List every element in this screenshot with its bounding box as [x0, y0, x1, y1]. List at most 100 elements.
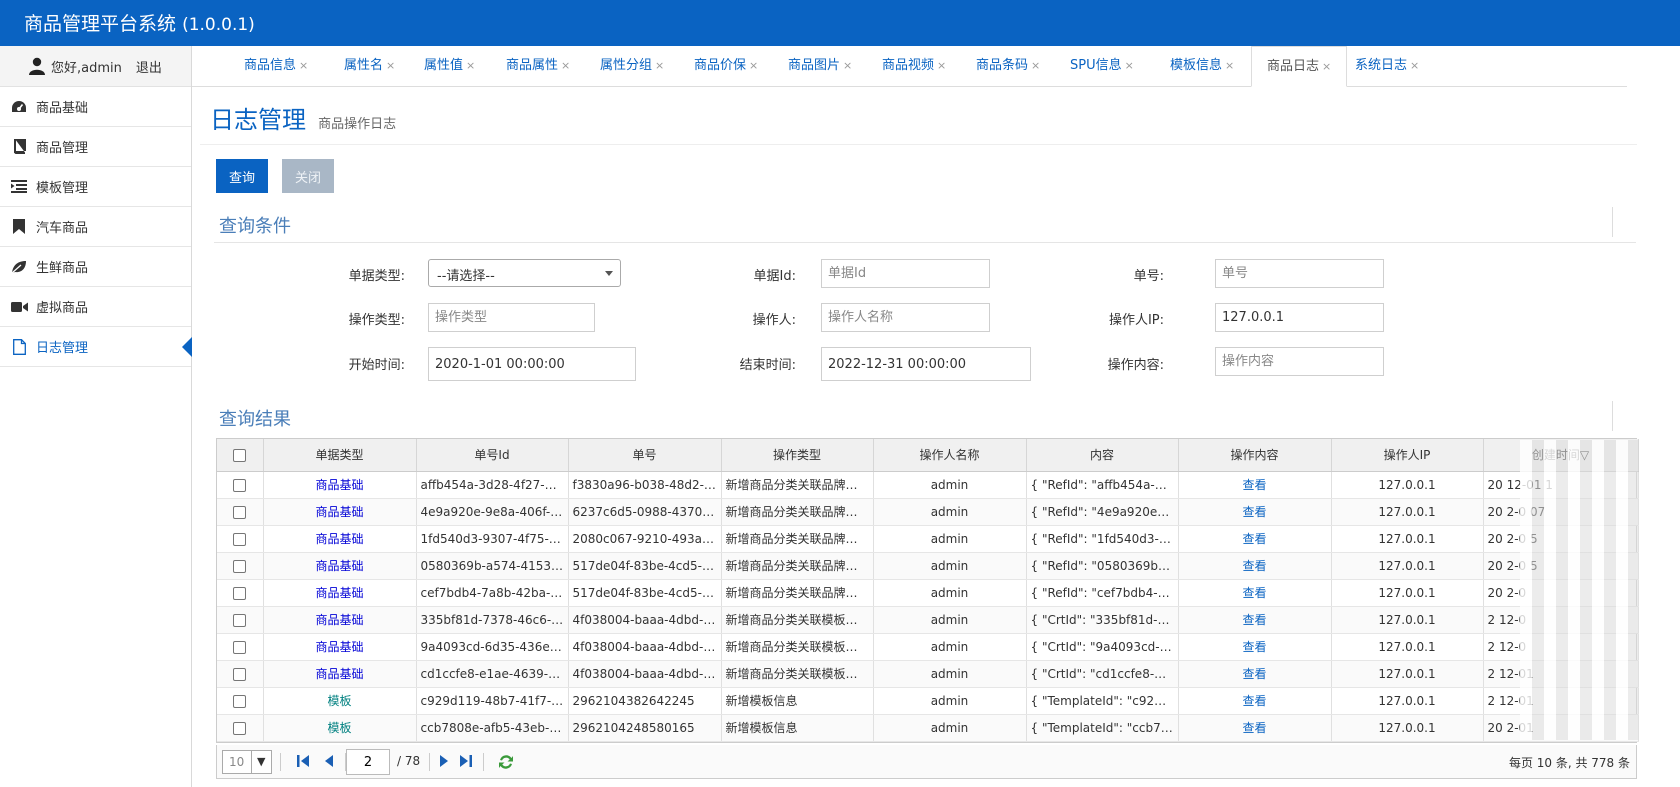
- close-tab-icon[interactable]: ×: [1225, 59, 1234, 72]
- row-checkbox[interactable]: [233, 586, 247, 600]
- row-checkbox[interactable]: [233, 640, 247, 654]
- start-time-input[interactable]: [428, 347, 636, 381]
- row-checkbox[interactable]: [233, 613, 247, 627]
- sidebar-item[interactable]: 商品基础: [0, 87, 191, 127]
- column-header[interactable]: 操作内容: [1178, 439, 1332, 472]
- view-link[interactable]: 查看: [1242, 478, 1266, 492]
- view-link[interactable]: 查看: [1242, 532, 1266, 546]
- tab-item[interactable]: 商品图片 ×: [788, 46, 852, 87]
- doc-type-link[interactable]: 商品基础: [315, 667, 363, 681]
- doc-type-link[interactable]: 商品基础: [315, 478, 363, 492]
- view-link[interactable]: 查看: [1242, 694, 1266, 708]
- table-row[interactable]: 模板 c929d119-48b7-41f7-83... 29621043826422…: [217, 687, 1639, 715]
- close-tab-icon[interactable]: ×: [937, 59, 946, 72]
- table-row[interactable]: 商品基础 cd1ccfe8-e1ae-4639-811... 4f038004-ba…: [217, 660, 1639, 688]
- column-header[interactable]: 操作人IP: [1331, 439, 1484, 472]
- select-all-checkbox[interactable]: [233, 448, 247, 462]
- doc-type-link[interactable]: 商品基础: [315, 559, 363, 573]
- close-tab-icon[interactable]: ×: [561, 59, 570, 72]
- close-tab-icon[interactable]: ×: [1410, 59, 1419, 72]
- column-header[interactable]: 内容: [1026, 439, 1179, 472]
- row-checkbox[interactable]: [233, 505, 247, 519]
- tab-item[interactable]: 商品日志 ×: [1251, 46, 1348, 87]
- view-link[interactable]: 查看: [1242, 640, 1266, 654]
- view-link[interactable]: 查看: [1242, 586, 1266, 600]
- close-tab-icon[interactable]: ×: [749, 59, 758, 72]
- column-header[interactable]: 单号: [568, 439, 722, 472]
- row-checkbox[interactable]: [233, 721, 247, 735]
- sidebar-item[interactable]: 虚拟商品: [0, 287, 191, 327]
- doc-type-link[interactable]: 商品基础: [315, 640, 363, 654]
- tab-item[interactable]: 商品视频 ×: [882, 46, 946, 87]
- doc-type-link[interactable]: 商品基础: [315, 505, 363, 519]
- sidebar-item[interactable]: 生鲜商品: [0, 247, 191, 287]
- page-number-input[interactable]: [346, 749, 390, 775]
- column-header[interactable]: 操作人名称: [873, 439, 1027, 472]
- operator-ip-input[interactable]: [1215, 303, 1384, 332]
- content-input[interactable]: [1215, 347, 1384, 376]
- doc-type-link[interactable]: 模板: [327, 721, 351, 735]
- column-header[interactable]: 单据类型: [263, 439, 417, 472]
- sidebar-item[interactable]: 日志管理: [0, 327, 192, 367]
- close-tab-icon[interactable]: ×: [386, 59, 395, 72]
- end-time-input[interactable]: [821, 347, 1031, 381]
- view-link[interactable]: 查看: [1242, 721, 1266, 735]
- row-checkbox[interactable]: [233, 667, 247, 681]
- doc-no-input[interactable]: [1215, 259, 1384, 288]
- tab-item[interactable]: 属性值 ×: [424, 46, 475, 87]
- column-header[interactable]: 单号Id: [416, 439, 569, 472]
- close-tab-icon[interactable]: ×: [1125, 59, 1134, 72]
- view-link[interactable]: 查看: [1242, 505, 1266, 519]
- last-page-icon[interactable]: [459, 753, 473, 769]
- tab-item[interactable]: SPU信息 ×: [1070, 46, 1134, 87]
- doc-type-link[interactable]: 商品基础: [315, 586, 363, 600]
- column-header[interactable]: 创建时间▽: [1483, 439, 1639, 472]
- table-row[interactable]: 商品基础 cef7bdb4-7a8b-42ba-8ef... 517de04f-83…: [217, 579, 1639, 607]
- close-tab-icon[interactable]: ×: [843, 59, 852, 72]
- tab-item[interactable]: 属性名 ×: [344, 46, 395, 87]
- table-row[interactable]: 商品基础 335bf81d-7378-46c6-94... 4f038004-baa…: [217, 606, 1639, 634]
- table-row[interactable]: 模板 ccb7808e-afb5-43eb-8be... 2962104248580…: [217, 714, 1639, 742]
- sidebar-item[interactable]: 模板管理: [0, 167, 191, 207]
- tab-item[interactable]: 商品条码 ×: [976, 46, 1040, 87]
- tab-item[interactable]: 模板信息 ×: [1170, 46, 1234, 87]
- close-tab-icon[interactable]: ×: [299, 59, 308, 72]
- tab-item[interactable]: 商品价保 ×: [694, 46, 758, 87]
- page-size-select[interactable]: 10 ▼: [222, 750, 272, 774]
- tab-item[interactable]: 系统日志 ×: [1355, 46, 1419, 87]
- table-row[interactable]: 商品基础 4e9a920e-9e8a-406f-8dd... 6237c6d5-09…: [217, 498, 1639, 526]
- row-checkbox[interactable]: [233, 559, 247, 573]
- operator-input[interactable]: [821, 303, 990, 332]
- tab-item[interactable]: 商品属性 ×: [506, 46, 570, 87]
- row-checkbox[interactable]: [233, 478, 247, 492]
- doc-type-link[interactable]: 模板: [327, 694, 351, 708]
- doc-type-link[interactable]: 商品基础: [315, 613, 363, 627]
- close-tab-icon[interactable]: ×: [655, 59, 664, 72]
- close-tab-icon[interactable]: ×: [1031, 59, 1040, 72]
- tab-item[interactable]: 商品信息 ×: [244, 46, 308, 87]
- row-checkbox[interactable]: [233, 532, 247, 546]
- op-type-input[interactable]: [428, 303, 595, 332]
- refresh-icon[interactable]: [497, 753, 515, 771]
- table-row[interactable]: 商品基础 9a4093cd-6d35-436e-ba... 4f038004-baa…: [217, 633, 1639, 661]
- view-link[interactable]: 查看: [1242, 613, 1266, 627]
- table-row[interactable]: 商品基础 affb454a-3d28-4f27-bfdc... f3830a96-b…: [217, 471, 1639, 499]
- prev-page-icon[interactable]: [324, 753, 334, 769]
- sidebar-item[interactable]: 商品管理: [0, 127, 191, 167]
- close-button[interactable]: 关闭: [282, 159, 334, 193]
- close-tab-icon[interactable]: ×: [466, 59, 475, 72]
- query-button[interactable]: 查询: [216, 159, 268, 193]
- view-link[interactable]: 查看: [1242, 667, 1266, 681]
- table-row[interactable]: 商品基础 0580369b-a574-4153-8e... 517de04f-83b…: [217, 552, 1639, 580]
- logout-link[interactable]: 退出: [136, 57, 162, 76]
- view-link[interactable]: 查看: [1242, 559, 1266, 573]
- doc-id-input[interactable]: [821, 259, 990, 288]
- table-row[interactable]: 商品基础 1fd540d3-9307-4f75-897... 2080c067-92…: [217, 525, 1639, 553]
- doc-type-select[interactable]: --请选择--: [428, 259, 621, 287]
- sidebar-item[interactable]: 汽车商品: [0, 207, 191, 247]
- row-checkbox[interactable]: [233, 694, 247, 708]
- column-header[interactable]: 操作类型: [721, 439, 874, 472]
- next-page-icon[interactable]: [439, 753, 449, 769]
- tab-item[interactable]: 属性分组 ×: [600, 46, 664, 87]
- first-page-icon[interactable]: [296, 753, 310, 769]
